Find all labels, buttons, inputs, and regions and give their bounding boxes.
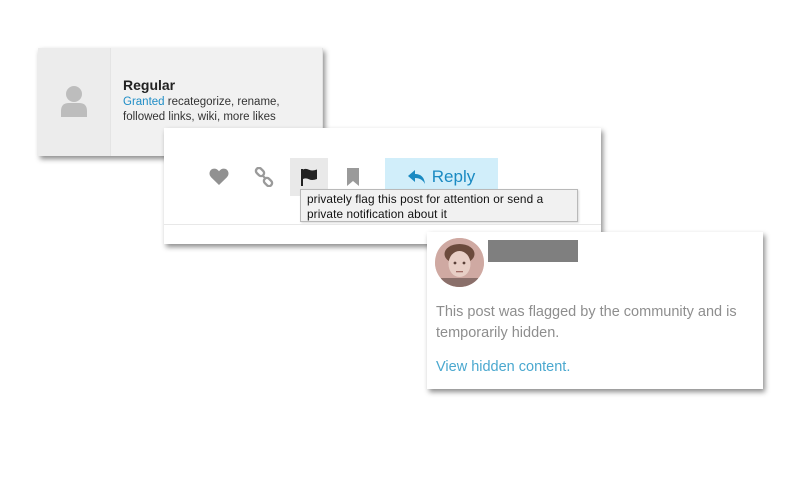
view-hidden-content-link[interactable]: View hidden content. <box>436 359 570 375</box>
heart-icon <box>209 168 229 185</box>
flag-tooltip: privately flag this post for attention o… <box>300 189 578 222</box>
user-icon <box>61 86 87 117</box>
flag-icon <box>301 168 317 186</box>
post-divider <box>164 224 601 225</box>
redacted-username <box>488 240 578 262</box>
like-button[interactable] <box>200 158 238 196</box>
user-placeholder-avatar <box>38 48 111 156</box>
reply-arrow-icon <box>407 169 425 184</box>
reply-label: Reply <box>431 167 476 186</box>
user-photo <box>435 238 484 287</box>
user-avatar[interactable] <box>435 238 484 287</box>
hidden-post-message: This post was flagged by the community a… <box>436 304 737 341</box>
link-icon <box>254 167 274 187</box>
bookmark-icon <box>347 168 359 186</box>
trust-level-description: Granted recategorize, rename, followed l… <box>123 95 313 125</box>
hidden-post-card: This post was flagged by the community a… <box>427 232 763 389</box>
granted-label: Granted <box>123 96 165 108</box>
trust-level-title: Regular <box>123 77 176 93</box>
share-link-button[interactable] <box>245 158 283 196</box>
post-actions-card: Reply privately flag this post for atten… <box>164 128 601 244</box>
